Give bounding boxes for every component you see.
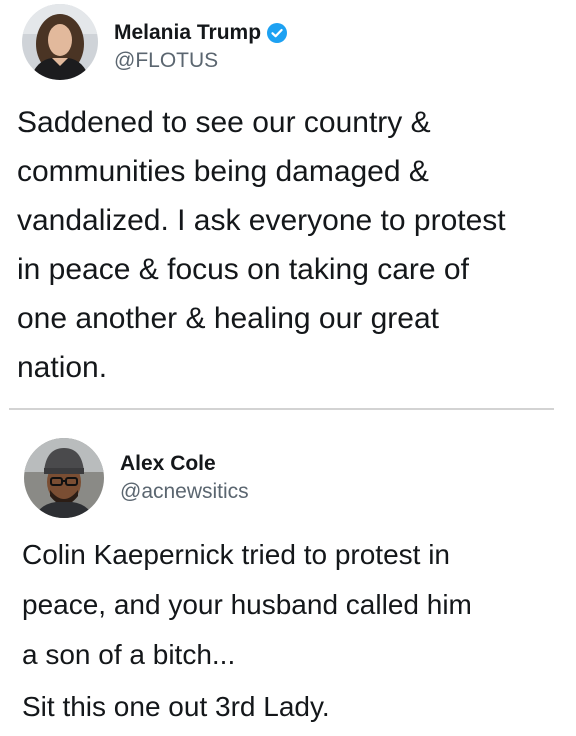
verified-badge-icon bbox=[267, 23, 288, 43]
display-name[interactable]: Melania Trump bbox=[114, 21, 261, 45]
handle[interactable]: @FLOTUS bbox=[114, 49, 218, 73]
tweet-text-paragraph-2: Sit this one out 3rd Lady. bbox=[22, 691, 330, 722]
display-name[interactable]: Alex Cole bbox=[120, 452, 216, 476]
avatar[interactable] bbox=[24, 438, 104, 518]
handle[interactable]: @acnewsitics bbox=[120, 480, 249, 504]
profile-photo bbox=[24, 438, 104, 518]
divider bbox=[9, 408, 554, 410]
avatar[interactable] bbox=[22, 4, 98, 80]
name-row: Melania Trump bbox=[114, 20, 288, 46]
profile-photo bbox=[22, 4, 98, 80]
tweet-text: Saddened to see our country & communitie… bbox=[17, 106, 506, 384]
name-row: Alex Cole bbox=[120, 451, 216, 477]
tweet-reply: Alex Cole @acnewsitics Colin Kaepernick … bbox=[0, 412, 576, 736]
tweet-flotus: Melania Trump @FLOTUS Saddened to see ou… bbox=[0, 0, 576, 410]
tweet-text-paragraph-1: Colin Kaepernick tried to protest in pea… bbox=[22, 539, 472, 670]
